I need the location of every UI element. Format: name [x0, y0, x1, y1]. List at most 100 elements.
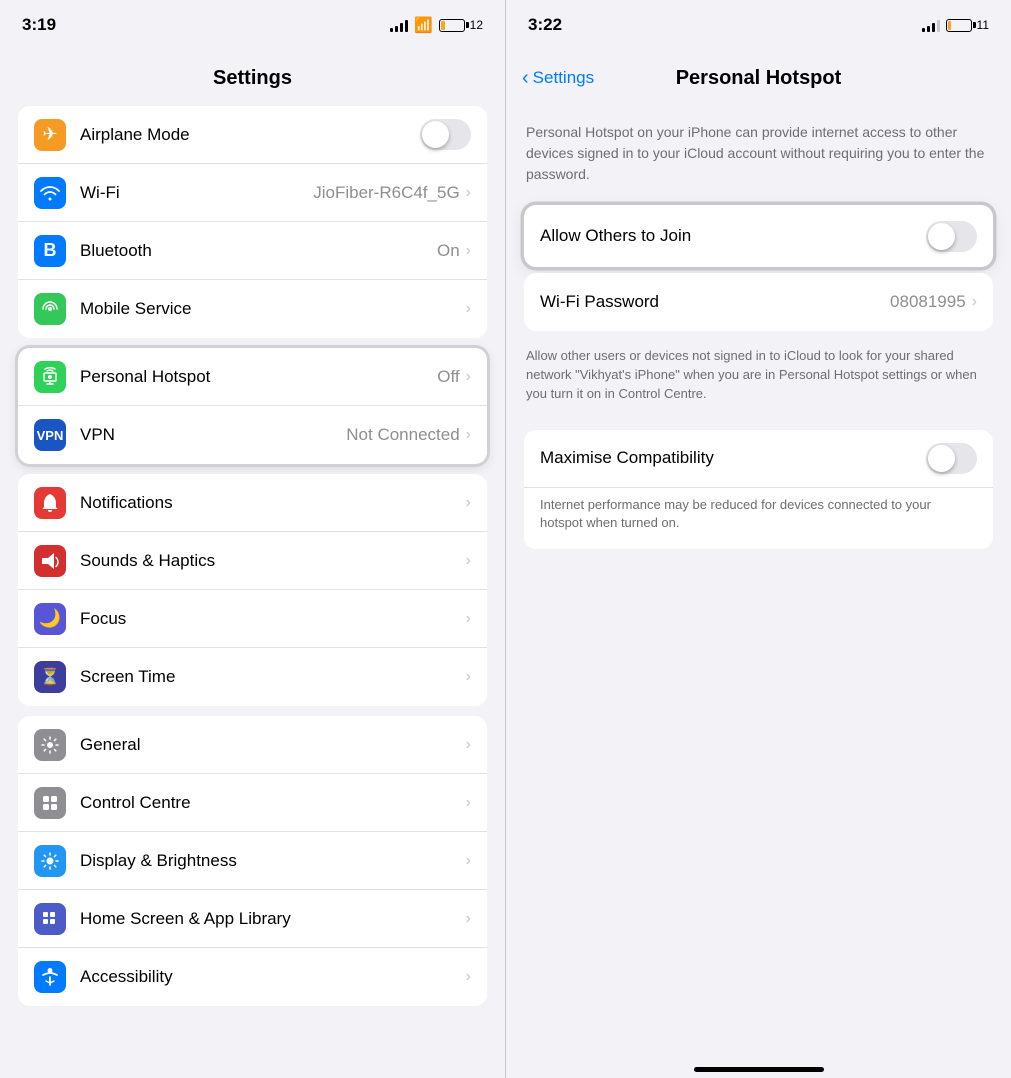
- bluetooth-icon: B: [34, 235, 66, 267]
- wifi-icon: [34, 177, 66, 209]
- left-panel: 3:19 📶 12 Settings: [0, 0, 505, 1078]
- bluetooth-chevron: ›: [466, 242, 471, 260]
- bluetooth-row[interactable]: B Bluetooth On ›: [18, 222, 487, 280]
- left-battery-text: 12: [470, 18, 483, 32]
- control-centre-chevron: ›: [466, 794, 471, 812]
- focus-row[interactable]: 🌙 Focus ›: [18, 590, 487, 648]
- notifications-row[interactable]: Notifications ›: [18, 474, 487, 532]
- wifi-row[interactable]: Wi-Fi JioFiber-R6C4f_5G ›: [18, 164, 487, 222]
- home-screen-label: Home Screen & App Library: [80, 909, 466, 929]
- left-status-icons: 📶 12: [390, 16, 483, 34]
- airplane-toggle[interactable]: [420, 119, 471, 150]
- left-status-bar: 3:19 📶 12: [0, 0, 505, 50]
- personal-hotspot-chevron: ›: [466, 368, 471, 386]
- general-group: General › Control Centre ›: [18, 716, 487, 1006]
- wifi-chevron: ›: [466, 184, 471, 202]
- wifi-password-value: 08081995: [890, 292, 966, 312]
- back-button[interactable]: ‹ Settings: [522, 68, 594, 88]
- allow-join-toggle[interactable]: [926, 221, 977, 252]
- left-title: Settings: [213, 67, 292, 90]
- personal-hotspot-row[interactable]: Personal Hotspot Off ›: [18, 348, 487, 406]
- wifi-label: Wi-Fi: [80, 183, 313, 203]
- vpn-row[interactable]: VPN VPN Not Connected ›: [18, 406, 487, 464]
- sounds-icon: [34, 545, 66, 577]
- sounds-row[interactable]: Sounds & Haptics ›: [18, 532, 487, 590]
- vpn-chevron: ›: [466, 426, 471, 444]
- airplane-icon: ✈: [34, 119, 66, 151]
- mobile-service-row[interactable]: Mobile Service ›: [18, 280, 487, 338]
- wifi-password-row[interactable]: Wi-Fi Password 08081995 ›: [524, 273, 993, 331]
- accessibility-row[interactable]: Accessibility ›: [18, 948, 487, 1006]
- right-nav-header: ‹ Settings Personal Hotspot: [506, 50, 1011, 106]
- home-indicator: [506, 1048, 1011, 1078]
- home-screen-row[interactable]: Home Screen & App Library ›: [18, 890, 487, 948]
- hotspot-description: Personal Hotspot on your iPhone can prov…: [506, 106, 1011, 205]
- personal-hotspot-label: Personal Hotspot: [80, 367, 437, 387]
- mobile-icon: [34, 293, 66, 325]
- icloud-description: Allow other users or devices not signed …: [506, 337, 1011, 420]
- general-row[interactable]: General ›: [18, 716, 487, 774]
- personal-hotspot-value: Off: [437, 367, 459, 387]
- right-content[interactable]: Personal Hotspot on your iPhone can prov…: [506, 106, 1011, 1048]
- right-battery-text: 11: [977, 18, 989, 32]
- control-centre-label: Control Centre: [80, 793, 466, 813]
- home-screen-chevron: ›: [466, 910, 471, 928]
- control-centre-icon: [34, 787, 66, 819]
- vpn-label: VPN: [80, 425, 346, 445]
- right-status-bar: 3:22 11: [506, 0, 1011, 50]
- compat-description-box: Internet performance may be reduced for …: [524, 488, 993, 550]
- screen-time-row[interactable]: ⏳ Screen Time ›: [18, 648, 487, 706]
- notifications-chevron: ›: [466, 494, 471, 512]
- compat-description: Internet performance may be reduced for …: [540, 496, 977, 534]
- focus-chevron: ›: [466, 610, 471, 628]
- back-chevron-icon: ‹: [522, 68, 529, 88]
- max-compat-label: Maximise Compatibility: [540, 448, 926, 468]
- display-brightness-chevron: ›: [466, 852, 471, 870]
- screen-time-icon: ⏳: [34, 661, 66, 693]
- mobile-service-label: Mobile Service: [80, 299, 466, 319]
- control-centre-row[interactable]: Control Centre ›: [18, 774, 487, 832]
- airplane-mode-row[interactable]: ✈ Airplane Mode: [18, 106, 487, 164]
- hotspot-vpn-group: Personal Hotspot Off › VPN VPN Not Conne…: [18, 348, 487, 464]
- right-signal-icon: [922, 18, 940, 32]
- max-compat-row[interactable]: Maximise Compatibility: [524, 430, 993, 488]
- allow-join-label: Allow Others to Join: [540, 226, 926, 246]
- left-settings-list[interactable]: ✈ Airplane Mode Wi-Fi JioFiber-R6C4f_5: [0, 106, 505, 1078]
- general-chevron: ›: [466, 736, 471, 754]
- allow-join-group: Allow Others to Join: [524, 205, 993, 267]
- notifications-icon: [34, 487, 66, 519]
- left-time: 3:19: [22, 15, 56, 35]
- mobile-service-chevron: ›: [466, 300, 471, 318]
- display-brightness-label: Display & Brightness: [80, 851, 466, 871]
- connectivity-group: ✈ Airplane Mode Wi-Fi JioFiber-R6C4f_5: [18, 106, 487, 338]
- sounds-chevron: ›: [466, 552, 471, 570]
- home-screen-icon: [34, 903, 66, 935]
- screen-time-chevron: ›: [466, 668, 471, 686]
- right-time: 3:22: [528, 15, 562, 35]
- system-group: Notifications › Sounds & Haptics › 🌙 Foc…: [18, 474, 487, 706]
- vpn-icon: VPN: [34, 419, 66, 451]
- bluetooth-value: On: [437, 241, 460, 261]
- vpn-value: Not Connected: [346, 425, 459, 445]
- wifi-password-label: Wi-Fi Password: [540, 292, 890, 312]
- right-status-icons: 11: [922, 18, 989, 32]
- accessibility-chevron: ›: [466, 968, 471, 986]
- battery-icon: 12: [439, 18, 483, 32]
- hotspot-icon: [34, 361, 66, 393]
- left-nav-header: Settings: [0, 50, 505, 106]
- accessibility-icon: [34, 961, 66, 993]
- wifi-password-chevron: ›: [972, 293, 977, 311]
- right-panel: 3:22 11 ‹ Settings Personal Hotspot P: [505, 0, 1011, 1078]
- allow-join-row[interactable]: Allow Others to Join: [524, 205, 993, 267]
- screen-time-label: Screen Time: [80, 667, 466, 687]
- wifi-status-icon: 📶: [414, 16, 433, 34]
- notifications-label: Notifications: [80, 493, 466, 513]
- general-label: General: [80, 735, 466, 755]
- signal-icon: [390, 18, 408, 32]
- right-battery-icon: 11: [946, 18, 989, 32]
- display-icon: [34, 845, 66, 877]
- general-icon: [34, 729, 66, 761]
- display-brightness-row[interactable]: Display & Brightness ›: [18, 832, 487, 890]
- max-compat-toggle[interactable]: [926, 443, 977, 474]
- home-bar: [694, 1067, 824, 1072]
